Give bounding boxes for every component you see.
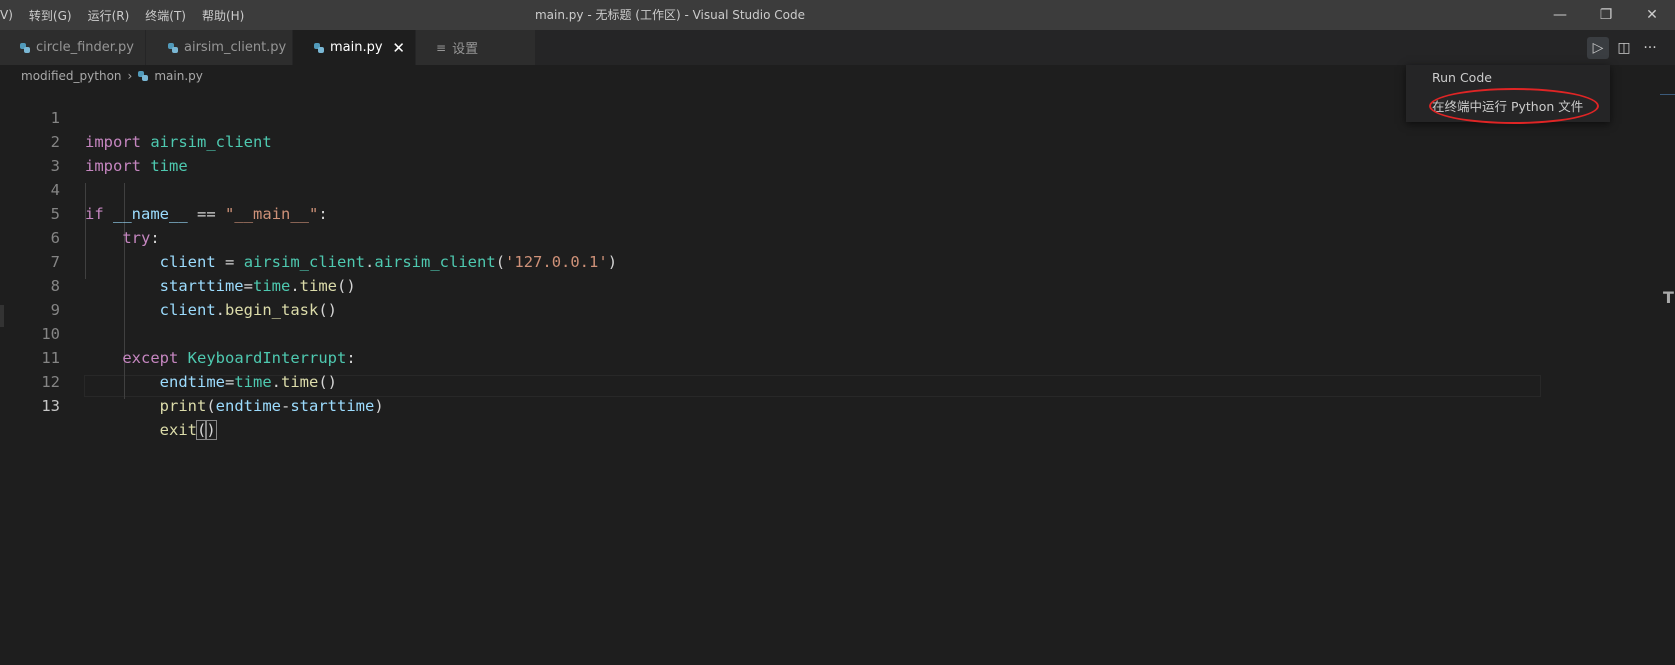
chevron-right-icon: › [127, 69, 133, 83]
tab-label: airsim_client.py [184, 40, 287, 55]
code-line-6: 6 client = airsim_client.airsim_client('… [0, 202, 1540, 271]
code-line-11: 11 endtime=time.time() [0, 322, 1540, 391]
tab-label: 设置 [452, 42, 479, 57]
tab-label: circle_finder.py [36, 40, 134, 55]
token-function: print [159, 397, 207, 415]
settings-list-icon: ≡ [436, 40, 447, 55]
code-line-9: 9 [0, 274, 1540, 319]
breadcrumb-folder[interactable]: modified_python [21, 69, 122, 83]
line-number: 13 [41, 397, 60, 415]
token-function: exit [159, 421, 197, 439]
close-window-button[interactable]: ✕ [1629, 0, 1675, 30]
tab-circle-finder[interactable]: circle_finder.py [0, 30, 146, 65]
tab-main-py[interactable]: main.py ✕ [293, 30, 416, 65]
more-actions-icon[interactable]: ··· [1639, 37, 1661, 59]
close-tab-icon[interactable]: ✕ [392, 39, 405, 57]
token-paren: ( [195, 420, 208, 440]
editor-actions: ▷ ◫ ··· [1587, 30, 1661, 65]
code-line-13: 13 exit() [0, 370, 1540, 440]
code-line-3: 3 [0, 130, 1540, 175]
tab-settings[interactable]: ≡ 设置 [416, 30, 536, 65]
code-line-5: 5 try: [0, 178, 1540, 247]
tab-label: main.py [330, 40, 383, 55]
red-highlight-ellipse [1429, 88, 1599, 124]
split-editor-icon[interactable]: ◫ [1613, 37, 1635, 59]
token-paren: ) [374, 397, 384, 415]
code-line-2: 2 import time [0, 106, 1540, 175]
tab-bar: circle_finder.py airsim_client.py main.p… [0, 30, 1675, 65]
breadcrumb-file[interactable]: main.py [154, 69, 203, 83]
token-variable: endtime [215, 397, 281, 415]
scroll-marker: T [1663, 288, 1674, 307]
title-bar: V) 转到(G) 运行(R) 终端(T) 帮助(H) main.py - 无标题… [0, 0, 1675, 30]
tab-airsim-client[interactable]: airsim_client.py [146, 30, 293, 65]
code-editor[interactable]: 1 import airsim_client 2 import time 3 4… [0, 87, 1675, 665]
python-file-icon [168, 42, 178, 53]
restore-button[interactable]: ❐ [1583, 0, 1629, 30]
window-title: main.py - 无标题 (工作区) - Visual Studio Code [534, 8, 805, 22]
token-paren: ( [206, 397, 216, 415]
code-line-1: 1 import airsim_client [0, 82, 1540, 151]
python-file-icon [138, 71, 149, 81]
minimap-marker [1660, 94, 1675, 95]
run-icon[interactable]: ▷ [1587, 36, 1609, 59]
code-line-8: 8 client.begin_task() [0, 250, 1540, 319]
token-operator: - [281, 397, 291, 415]
token-variable: starttime [290, 397, 375, 415]
token-paren: ) [205, 420, 217, 440]
window-controls: — ❐ ✕ [1537, 0, 1675, 30]
menu-item-run-code[interactable]: Run Code [1432, 70, 1492, 85]
code-line-10: 10 except KeyboardInterrupt: [0, 298, 1540, 367]
python-file-icon [314, 42, 324, 53]
code-line-12: 12 print(endtime-starttime) [0, 346, 1540, 415]
code-line-7: 7 starttime=time.time() [0, 226, 1540, 295]
code-line-4: 4 if __name__ == "__main__": [0, 154, 1540, 223]
python-file-icon [20, 42, 30, 53]
minimize-button[interactable]: — [1537, 0, 1583, 30]
